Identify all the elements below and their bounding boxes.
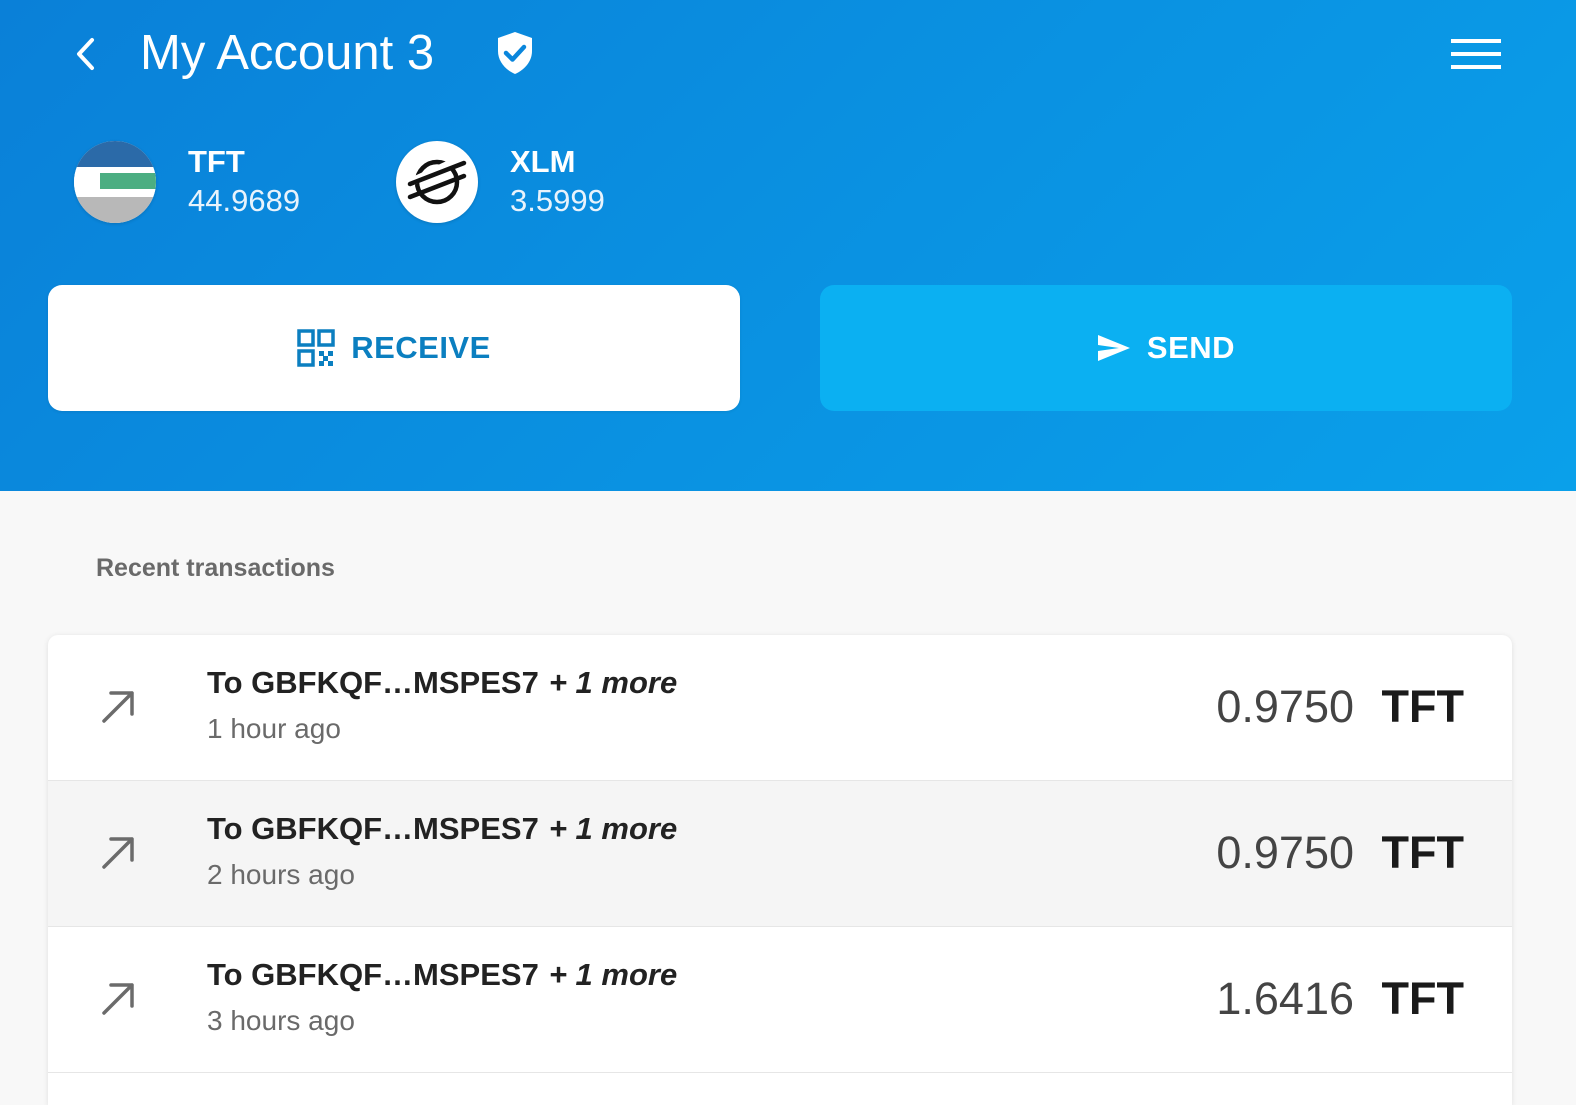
account-header: My Account 3 TFT 44.9689 XLM 3.5999 RECE… (0, 0, 1576, 491)
more-recipients: + 1 more (548, 665, 678, 700)
recipient-address: To GBFKQF…MSPES7 (207, 665, 539, 700)
recipient-address: To GBFKQF…MSPES7 (207, 811, 539, 846)
receive-button[interactable]: RECEIVE (48, 285, 740, 411)
transaction-time: 3 hours ago (207, 1005, 355, 1036)
more-recipients: + 1 more (548, 811, 678, 846)
asset-code: TFT (188, 144, 245, 179)
section-title: Recent transactions (96, 554, 335, 582)
transactions-list: To GBFKQF…MSPES7 + 1 more 1 hour ago 0.97… (48, 635, 1512, 1105)
asset-xlm[interactable]: XLM 3.5999 (396, 140, 605, 224)
receive-label: RECEIVE (351, 330, 491, 365)
back-button[interactable] (62, 30, 110, 78)
more-recipients: + 1 more (548, 957, 678, 992)
recipient-address: To GBFKQF…MSPES7 (207, 957, 539, 992)
send-label: SEND (1146, 330, 1236, 365)
stellar-logo (396, 141, 478, 223)
arrow-up-right-icon (102, 837, 134, 869)
transaction-asset: TFT (1381, 681, 1464, 732)
menu-button[interactable] (1444, 30, 1508, 78)
chevron-left-icon (77, 38, 94, 70)
transaction-time: 1 hour ago (207, 713, 341, 744)
arrow-up-right-icon (102, 983, 134, 1015)
transaction-amount: 0.9750 (1216, 827, 1354, 878)
transaction-time: 2 hours ago (207, 859, 355, 890)
asset-code: XLM (510, 144, 576, 179)
tft-logo (74, 141, 156, 223)
transaction-row[interactable]: To GBFKQF…MSPES7 + 1 more 1 hour ago 0.97… (48, 635, 1512, 781)
transaction-row[interactable]: To GBFKQF…MSPES7 + 1 more 2 hours ago 0.9… (48, 781, 1512, 927)
arrow-up-right-icon (102, 691, 134, 723)
transaction-row[interactable]: To GBFKQF…MSPES7 + 1 more 3 hours ago 1.6… (48, 927, 1512, 1073)
transaction-recipient: To GBFKQF…MSPES7 + 1 more (207, 811, 677, 847)
transaction-asset: TFT (1381, 973, 1464, 1024)
asset-balance: 3.5999 (510, 183, 605, 218)
transaction-asset: TFT (1381, 827, 1464, 878)
asset-balance: 44.9689 (188, 183, 301, 218)
transaction-amount: 0.9750 (1216, 681, 1354, 732)
hamburger-menu-icon (1451, 39, 1501, 69)
asset-tft[interactable]: TFT 44.9689 (74, 140, 300, 224)
send-arrow-icon (1097, 335, 1130, 361)
transaction-amount: 1.6416 (1216, 973, 1354, 1024)
verified-shield-icon (498, 32, 532, 74)
qr-code-icon (297, 329, 335, 367)
transaction-recipient: To GBFKQF…MSPES7 + 1 more (207, 665, 677, 701)
page-title: My Account 3 (140, 26, 435, 80)
transaction-recipient: To GBFKQF…MSPES7 + 1 more (207, 957, 677, 993)
send-button[interactable]: SEND (820, 285, 1512, 411)
